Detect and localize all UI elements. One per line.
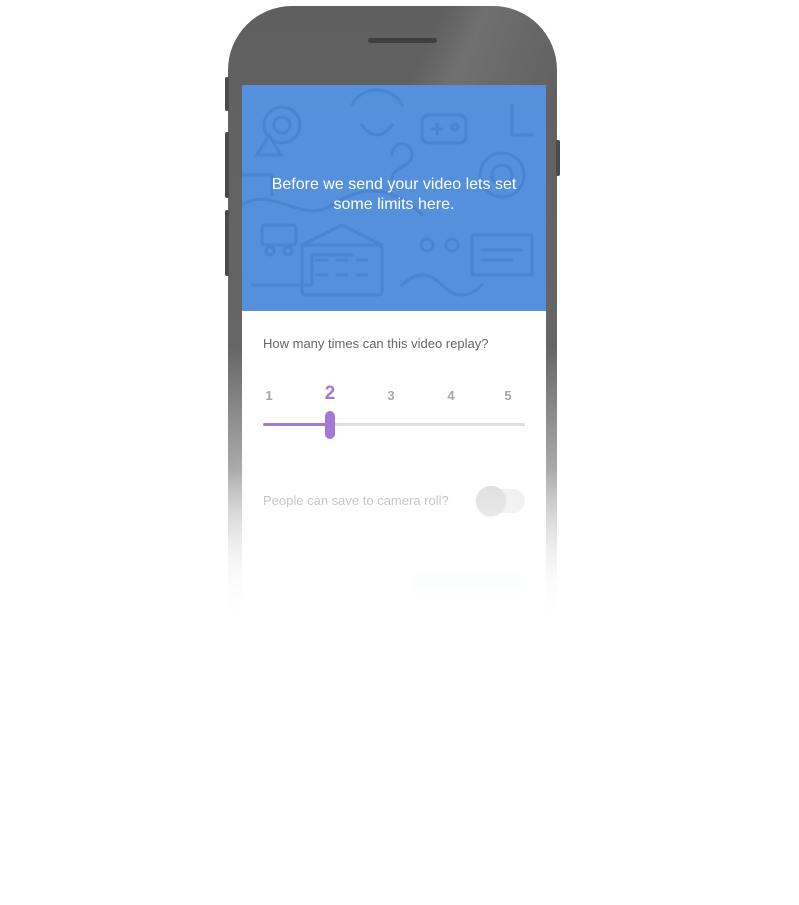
replay-option-4[interactable]: 4	[447, 388, 454, 403]
phone-speaker	[368, 38, 437, 43]
replay-option-5[interactable]: 5	[504, 388, 511, 403]
power-button	[556, 140, 560, 176]
intro-title: Before we send your video lets set some …	[271, 176, 517, 213]
replay-slider-fill	[263, 423, 330, 426]
device-mockup: Before we send your video lets set some …	[0, 0, 799, 905]
camera-roll-label: People can save to camera roll?	[263, 493, 449, 508]
intro-banner: Before we send your video lets set some …	[242, 85, 546, 311]
replay-question: How many times can this video replay?	[263, 336, 489, 351]
volume-up-button	[225, 132, 229, 198]
camera-roll-toggle-knob[interactable]	[476, 486, 506, 516]
replay-option-1[interactable]: 1	[265, 388, 272, 403]
replay-slider-thumb[interactable]	[325, 411, 335, 439]
mute-switch	[225, 77, 229, 111]
camera-roll-toggle[interactable]	[476, 486, 525, 516]
app-screen: Before we send your video lets set some …	[242, 85, 546, 625]
replay-option-2[interactable]: 2	[325, 383, 336, 405]
continue-button[interactable]	[412, 571, 522, 599]
volume-down-button	[225, 210, 229, 276]
replay-option-3[interactable]: 3	[387, 388, 394, 403]
